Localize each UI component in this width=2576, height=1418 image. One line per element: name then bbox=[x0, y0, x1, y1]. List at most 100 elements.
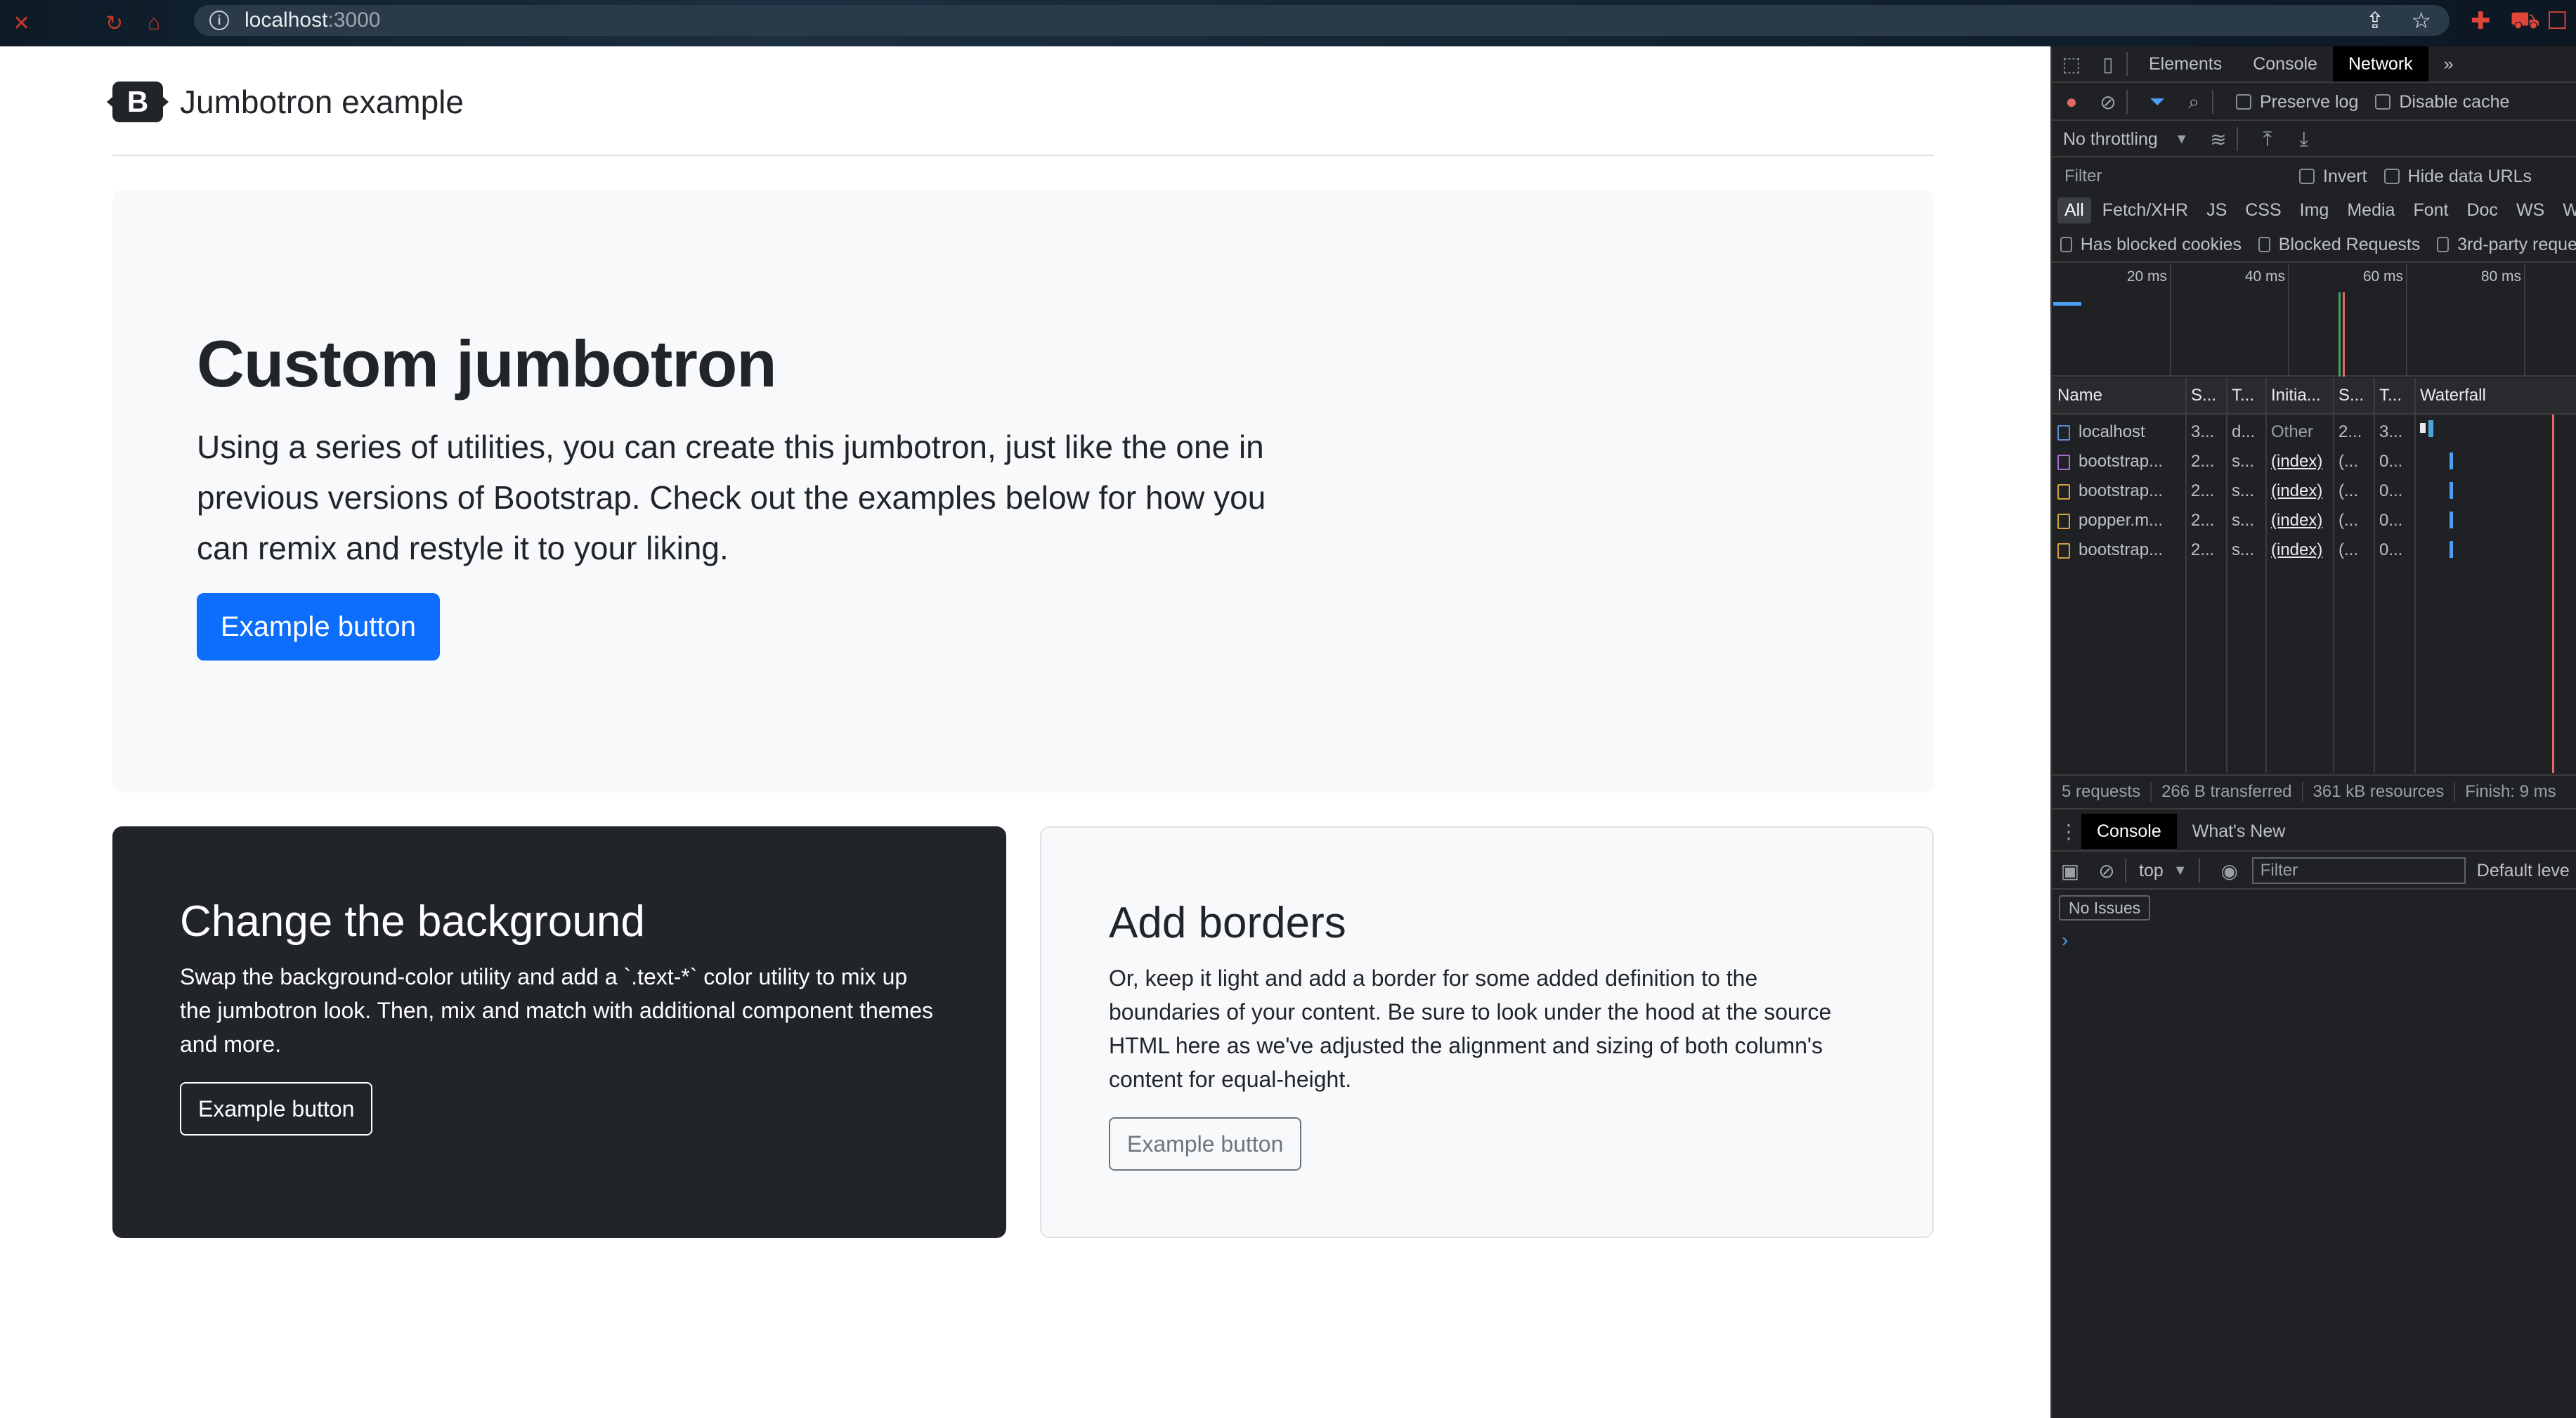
more-tabs-icon[interactable]: » bbox=[2428, 46, 2469, 82]
col-time-header[interactable]: T... bbox=[2374, 386, 2414, 405]
extension-menu-icon[interactable]: ☐ bbox=[2546, 7, 2568, 35]
filter-type-all[interactable]: All bbox=[2057, 197, 2091, 223]
filter-type-js[interactable]: JS bbox=[2199, 197, 2234, 223]
card-dark-example-button[interactable]: Example button bbox=[180, 1082, 373, 1136]
preserve-log-label: Preserve log bbox=[2260, 91, 2359, 112]
share-icon[interactable]: ⇪ bbox=[2366, 7, 2385, 34]
page-viewport: B Jumbotron example Custom jumbotron Usi… bbox=[0, 46, 2050, 1418]
row-initiator-link[interactable]: (index) bbox=[2265, 452, 2333, 471]
throttling-select[interactable]: No throttling bbox=[2063, 129, 2158, 150]
console-filter-input[interactable]: Filter bbox=[2251, 857, 2466, 884]
extension-puzzle-icon[interactable]: ✚ bbox=[2471, 7, 2491, 35]
clear-console-icon[interactable]: ⊘ bbox=[2094, 858, 2119, 883]
col-status-header[interactable]: S... bbox=[2185, 386, 2226, 405]
timeline-tick: 60 ms bbox=[2363, 264, 2407, 377]
tab-close-icon[interactable]: ✕ bbox=[13, 11, 30, 36]
card-light-title: Add borders bbox=[1109, 899, 1346, 947]
tab-elements[interactable]: Elements bbox=[2133, 46, 2237, 82]
address-bar[interactable]: i localhost:3000 ⇪ ☆ bbox=[194, 5, 2450, 36]
preserve-log-checkbox[interactable] bbox=[2236, 94, 2251, 110]
table-row[interactable]: popper.m... 2... s... (index) (... 0... bbox=[2052, 506, 2576, 535]
disable-cache-checkbox[interactable] bbox=[2375, 94, 2391, 110]
resources-size: 361 kB resources bbox=[2303, 782, 2456, 802]
row-initiator-link[interactable]: (index) bbox=[2265, 511, 2333, 531]
blocked-requests-checkbox[interactable] bbox=[2258, 237, 2270, 252]
network-filter-input[interactable]: Filter bbox=[2057, 163, 2282, 190]
devtools-tabbar: ⬚ ▯ Elements Console Network » bbox=[2052, 46, 2576, 83]
filter-type-fetch[interactable]: Fetch/XHR bbox=[2095, 197, 2195, 223]
col-size-header[interactable]: S... bbox=[2333, 386, 2374, 405]
row-time: 0... bbox=[2379, 481, 2403, 500]
col-waterfall-header[interactable]: Waterfall bbox=[2414, 386, 2576, 405]
waterfall-bar bbox=[2450, 512, 2453, 528]
filter-type-doc[interactable]: Doc bbox=[2459, 197, 2504, 223]
network-overview-timeline[interactable]: 20 ms 40 ms 60 ms 80 ms bbox=[2052, 264, 2576, 377]
reload-icon[interactable]: ↻ bbox=[105, 11, 123, 36]
filter-type-css[interactable]: CSS bbox=[2238, 197, 2288, 223]
filter-type-img[interactable]: Img bbox=[2293, 197, 2336, 223]
site-info-icon[interactable]: i bbox=[209, 11, 229, 30]
load-event-line bbox=[2343, 292, 2345, 377]
extension-icon[interactable]: ⛟ bbox=[2510, 7, 2540, 38]
row-type: s... bbox=[2232, 452, 2255, 471]
import-har-icon[interactable]: ⤒ bbox=[2255, 126, 2280, 152]
brand-title[interactable]: Jumbotron example bbox=[180, 82, 464, 122]
filter-type-ws[interactable]: WS bbox=[2509, 197, 2551, 223]
card-light-text: Or, keep it light and add a border for s… bbox=[1109, 965, 1832, 1092]
clear-icon[interactable]: ⊘ bbox=[2095, 89, 2121, 115]
drawer-tab-whats-new[interactable]: What's New bbox=[2177, 814, 2301, 849]
timeline-tick: 20 ms bbox=[2127, 264, 2171, 377]
card-dark-text: Swap the background-color utility and ad… bbox=[180, 964, 933, 1057]
search-icon[interactable]: ⌕ bbox=[2181, 89, 2206, 115]
jumbotron-example-button[interactable]: Example button bbox=[197, 593, 440, 661]
filter-type-wasm[interactable]: Wasm bbox=[2556, 197, 2576, 223]
requests-table: Name S... T... Initia... S... T... Water… bbox=[2052, 378, 2576, 773]
drawer-menu-icon[interactable]: ⋮ bbox=[2056, 819, 2081, 844]
chevron-down-icon[interactable]: ▼ bbox=[2168, 858, 2193, 883]
home-icon[interactable]: ⌂ bbox=[148, 11, 160, 35]
bookmark-star-icon[interactable]: ☆ bbox=[2411, 7, 2431, 34]
record-icon[interactable]: ● bbox=[2059, 89, 2084, 115]
inspect-element-icon[interactable]: ⬚ bbox=[2059, 51, 2084, 77]
jumbotron-title: Custom jumbotron bbox=[197, 327, 777, 401]
drawer-tabbar: ⋮ Console What's New bbox=[2052, 812, 2576, 852]
tab-network[interactable]: Network bbox=[2332, 46, 2428, 82]
col-type-header[interactable]: T... bbox=[2226, 386, 2265, 405]
network-conditions-icon[interactable]: ≋ bbox=[2206, 126, 2231, 152]
card-light-example-button[interactable]: Example button bbox=[1109, 1117, 1302, 1171]
device-toolbar-icon[interactable]: ▯ bbox=[2095, 51, 2121, 77]
filter-type-media[interactable]: Media bbox=[2340, 197, 2402, 223]
filter-type-font[interactable]: Font bbox=[2406, 197, 2455, 223]
bootstrap-logo-icon[interactable]: B bbox=[107, 82, 169, 122]
log-levels-select[interactable]: Default leve bbox=[2477, 861, 2570, 881]
row-initiator-link[interactable]: (index) bbox=[2265, 540, 2333, 560]
console-prompt[interactable]: › bbox=[2062, 929, 2068, 951]
col-name-header[interactable]: Name bbox=[2052, 386, 2185, 405]
table-row[interactable]: localhost 3... d... Other 2... 3... bbox=[2052, 417, 2576, 447]
hide-data-urls-checkbox[interactable] bbox=[2383, 169, 2400, 184]
invert-checkbox[interactable] bbox=[2299, 169, 2315, 184]
request-count: 5 requests bbox=[2052, 782, 2152, 802]
issues-badge[interactable]: No Issues bbox=[2059, 895, 2151, 921]
drawer-tab-console[interactable]: Console bbox=[2081, 814, 2177, 849]
export-har-icon[interactable]: ⤓ bbox=[2291, 126, 2317, 152]
dom-content-loaded-line bbox=[2338, 292, 2341, 377]
chevron-down-icon[interactable]: ▼ bbox=[2169, 126, 2194, 152]
has-blocked-cookies-checkbox[interactable] bbox=[2060, 237, 2072, 252]
table-row[interactable]: bootstrap... 2... s... (index) (... 0... bbox=[2052, 447, 2576, 476]
table-row[interactable]: bootstrap... 2... s... (index) (... 0... bbox=[2052, 476, 2576, 506]
jumbotron-text: Using a series of utilities, you can cre… bbox=[197, 429, 1266, 566]
third-party-checkbox[interactable] bbox=[2437, 237, 2450, 252]
col-initiator-header[interactable]: Initia... bbox=[2265, 386, 2333, 405]
live-expression-eye-icon[interactable]: ◉ bbox=[2217, 858, 2242, 883]
row-initiator-link[interactable]: (index) bbox=[2265, 481, 2333, 501]
context-selector[interactable]: top bbox=[2139, 861, 2164, 881]
row-name: bootstrap... bbox=[2079, 540, 2164, 559]
filter-icon[interactable]: ⏷ bbox=[2145, 89, 2170, 115]
tab-console[interactable]: Console bbox=[2237, 46, 2333, 82]
table-row[interactable]: bootstrap... 2... s... (index) (... 0... bbox=[2052, 535, 2576, 565]
timeline-tick: 80 ms bbox=[2481, 264, 2525, 377]
sidebar-toggle-icon[interactable]: ▣ bbox=[2057, 858, 2083, 883]
throttling-toolbar: No throttling ▼ ≋ ⤒ ⤓ bbox=[2052, 122, 2576, 157]
disable-cache-label: Disable cache bbox=[2399, 91, 2510, 112]
